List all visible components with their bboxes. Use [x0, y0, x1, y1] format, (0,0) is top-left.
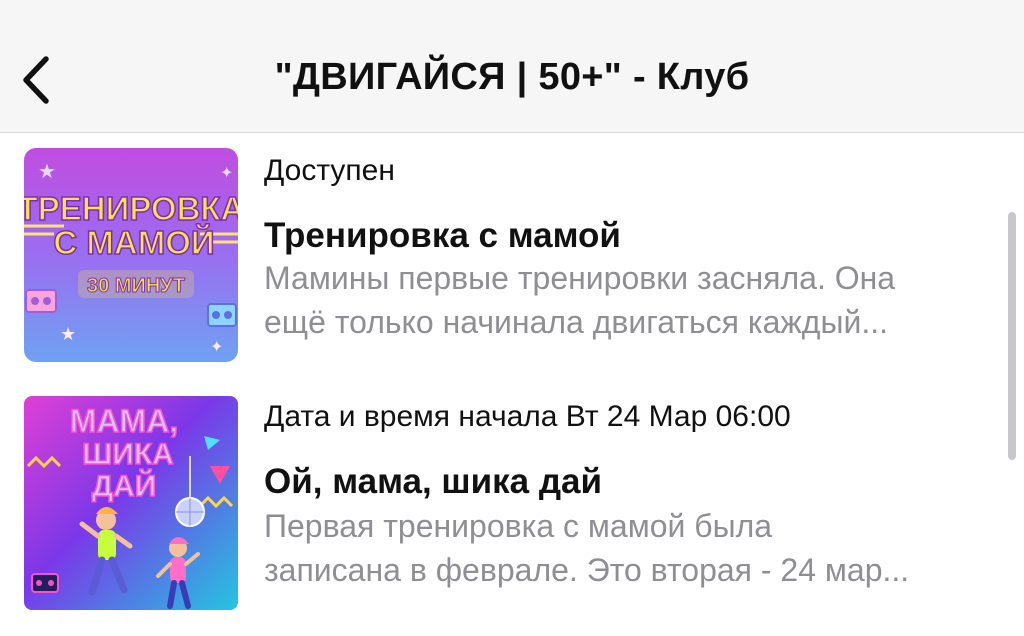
svg-text:★: ★	[60, 324, 76, 344]
item-description: Мамины первые тренировки засняла. Она ещ…	[264, 256, 994, 344]
svg-text:✦: ✦	[210, 339, 223, 356]
item-status: Дата и время начала Вт 24 Мар 06:00	[264, 400, 791, 433]
svg-text:★: ★	[38, 161, 56, 183]
list-item[interactable]: МАМА, ШИКА ДАЙ Дата и время начала Вт 24…	[0, 394, 1000, 614]
scrollbar[interactable]	[1008, 212, 1016, 460]
thumb-text-2: С МАМОЙ	[53, 223, 214, 261]
item-description-line: ещё только начинала двигаться каждый...	[264, 304, 889, 340]
page-title: "ДВИГАЙСЯ | 50+" - Клуб	[274, 56, 750, 98]
svg-text:✦: ✦	[220, 165, 233, 182]
item-thumbnail: МАМА, ШИКА ДАЙ	[24, 396, 238, 610]
list-item[interactable]: ★ ✦ ★ ✦ ТРЕНИРОВКА С МАМОЙ 30 МИНУТ Дост…	[0, 146, 1000, 366]
thumb-text-1: МАМА,	[70, 403, 178, 439]
item-title: Тренировка с мамой	[264, 216, 621, 255]
item-thumbnail: ★ ✦ ★ ✦ ТРЕНИРОВКА С МАМОЙ 30 МИНУТ	[24, 148, 238, 362]
nav-header: "ДВИГАЙСЯ | 50+" - Клуб	[0, 0, 1024, 133]
thumb-text-2: ШИКА	[82, 438, 174, 471]
item-description-line: записана в феврале. Это вторая - 24 мар.…	[264, 552, 910, 588]
item-description-line: Первая тренировка с мамой была	[264, 508, 773, 544]
thumb-text-1: ТРЕНИРОВКА	[24, 190, 238, 227]
thumb-text-3: ДАЙ	[92, 469, 157, 503]
item-description: Первая тренировка с мамой была записана …	[264, 504, 994, 592]
item-status: Доступен	[264, 154, 395, 187]
item-description-line: Мамины первые тренировки засняла. Она	[264, 260, 896, 296]
thumb-text-3: 30 МИНУТ	[87, 275, 185, 297]
item-title: Ой, мама, шика дай	[264, 462, 603, 501]
